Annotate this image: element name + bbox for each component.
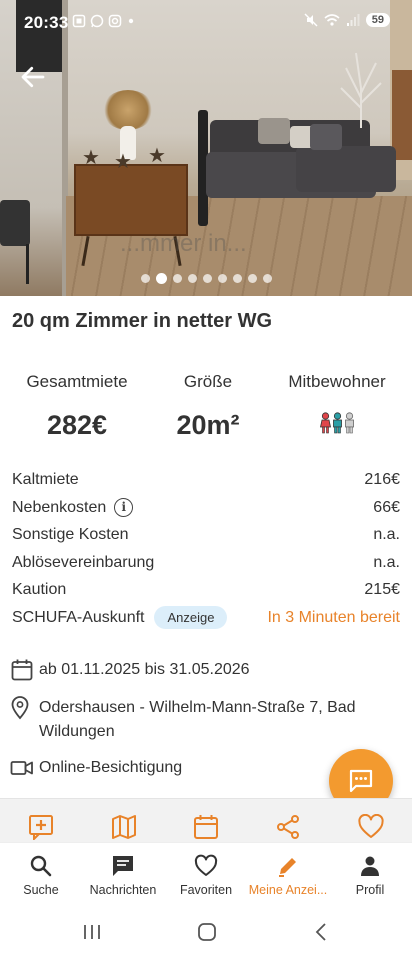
map-icon[interactable]: [110, 813, 138, 841]
pencil-icon: [247, 853, 329, 879]
info-icon[interactable]: i: [114, 497, 134, 517]
chat-icon: [349, 769, 373, 793]
cost-label: Ablösevereinbarung: [12, 553, 155, 571]
listing-action-bar: [0, 798, 412, 842]
cost-value: 215€: [364, 581, 400, 599]
instagram-icon: [108, 14, 122, 28]
screenshot-icon: [72, 14, 86, 28]
flatmate-male-icon: [332, 412, 342, 434]
cost-label: Kaltmiete: [12, 471, 79, 488]
cost-breakdown: Kaltmiete 216€ Nebenkosten i 66€ Sonstig…: [12, 466, 400, 632]
nav-label: Suche: [23, 883, 59, 897]
back-button[interactable]: [310, 920, 334, 944]
gallery-dot[interactable]: [247, 273, 257, 283]
listing-key-stats: Gesamtmiete 282€ Größe 20m² Mitbewohner: [0, 372, 412, 452]
wifi-icon: [324, 14, 340, 26]
flatmate-vacant-icon: [344, 412, 354, 434]
stat-label: Größe: [183, 372, 233, 391]
cost-value: 66€: [373, 498, 400, 516]
cost-row-sonstige-kosten: Sonstige Kosten n.a.: [12, 521, 400, 549]
cost-row-schufa: SCHUFA-Auskunft Anzeige In 3 Minuten ber…: [12, 604, 400, 632]
cost-label: SCHUFA-Auskunft: [12, 608, 145, 626]
cost-value: n.a.: [373, 553, 400, 571]
cost-value: n.a.: [373, 526, 400, 544]
location-pin-icon: [10, 696, 36, 720]
system-navigation-bar: [0, 902, 412, 960]
favorite-icon[interactable]: [357, 813, 385, 841]
nav-item-favorites[interactable]: Favoriten: [165, 843, 247, 903]
cost-label: Kaution: [12, 581, 67, 599]
home-button[interactable]: [195, 920, 219, 944]
cost-label: Nebenkosten: [12, 498, 107, 516]
nav-item-messages[interactable]: Nachrichten: [82, 843, 164, 903]
heart-icon: [165, 853, 247, 879]
availability-dates: ab 01.11.2025 bis 31.05.2026: [39, 661, 250, 678]
stat-label: Gesamtmiete: [26, 372, 128, 391]
nav-label: Favoriten: [179, 883, 233, 897]
gallery-dot[interactable]: [232, 273, 242, 283]
nav-label: Profil: [355, 883, 385, 897]
listing-photo-gallery[interactable]: ★ ★ ★ ...mmer in...: [0, 0, 412, 296]
ad-tag: Anzeige: [154, 606, 228, 630]
video-camera-icon: [10, 756, 36, 780]
nav-label: Meine Anzei...: [248, 883, 328, 897]
cost-row-kaltmiete: Kaltmiete 216€: [12, 466, 400, 494]
gallery-dot[interactable]: [202, 273, 212, 283]
gallery-dot[interactable]: [155, 272, 167, 284]
mute-icon: [304, 13, 318, 27]
gallery-dot[interactable]: [262, 273, 272, 283]
whatsapp-icon: [90, 14, 104, 28]
gallery-dot[interactable]: [140, 273, 150, 283]
gallery-dot[interactable]: [217, 273, 227, 283]
stat-value: 282€: [46, 410, 108, 440]
gallery-pagination: [0, 272, 412, 284]
flatmate-female-icon: [319, 412, 331, 434]
cost-row-nebenkosten: Nebenkosten i 66€: [12, 494, 400, 522]
status-time: 20:33: [24, 13, 69, 32]
profile-icon: [329, 853, 411, 879]
nav-label: Nachrichten: [89, 883, 157, 897]
cost-row-abloesevereinbarung: Ablösevereinbarung n.a.: [12, 549, 400, 577]
schufa-link[interactable]: In 3 Minuten bereit: [267, 604, 400, 632]
address-text[interactable]: Odershausen - Wilhelm-Mann-Straße 7, Bad…: [39, 696, 402, 744]
stat-flatmates: Mitbewohner: [268, 372, 406, 434]
cost-row-kaution: Kaution 215€: [12, 576, 400, 604]
battery-icon: 59: [365, 13, 390, 27]
status-bar: 20:33 59: [0, 0, 412, 44]
photo-cabinet: [74, 164, 188, 236]
nav-item-search[interactable]: Suche: [0, 843, 82, 903]
cost-value: 216€: [364, 471, 400, 488]
add-note-icon[interactable]: [27, 813, 55, 841]
recents-button[interactable]: [80, 920, 104, 944]
cost-label: Sonstige Kosten: [12, 526, 129, 544]
nav-item-my-ads[interactable]: Meine Anzei...: [247, 843, 329, 903]
signal-icon: [346, 14, 360, 26]
search-icon: [0, 853, 82, 879]
stat-value: 20m²: [176, 410, 240, 440]
nav-item-profile[interactable]: Profil: [329, 843, 411, 903]
bottom-navigation: Suche Nachrichten Favoriten Meine Anzei.…: [0, 842, 412, 902]
listing-title: 20 qm Zimmer in netter WG: [12, 310, 273, 332]
calendar-icon[interactable]: [192, 813, 220, 841]
gallery-dot[interactable]: [172, 273, 182, 283]
address-row: Odershausen - Wilhelm-Mann-Straße 7, Bad…: [10, 696, 402, 744]
stat-size: Größe 20m²: [139, 372, 277, 441]
stat-label: Mitbewohner: [288, 372, 386, 391]
calendar-icon: [10, 658, 36, 682]
dot-icon: [128, 18, 134, 24]
messages-icon: [82, 853, 164, 879]
share-icon[interactable]: [274, 813, 302, 841]
gallery-dot[interactable]: [187, 273, 197, 283]
viewing-type: Online-Besichtigung: [39, 759, 183, 776]
stat-total-rent: Gesamtmiete 282€: [8, 372, 146, 441]
availability-row: ab 01.11.2025 bis 31.05.2026: [10, 658, 402, 682]
photo-watermark: ...mmer in...: [120, 230, 247, 257]
back-arrow-icon[interactable]: [18, 62, 48, 92]
